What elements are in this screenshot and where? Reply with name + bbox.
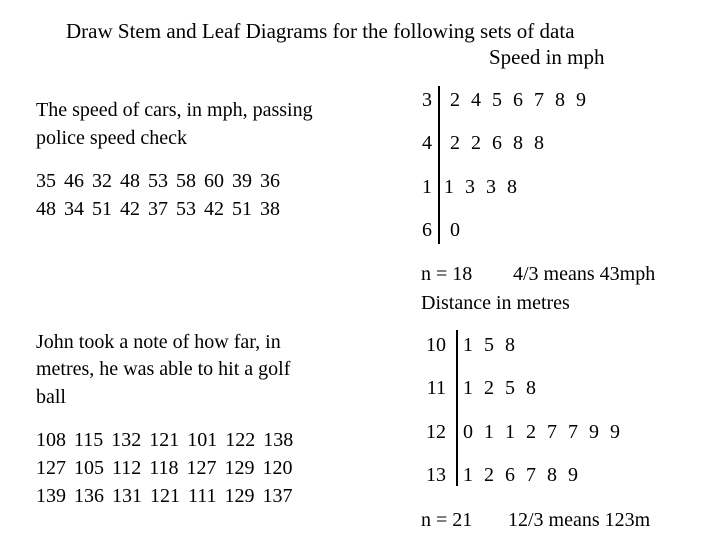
speed-leaves: 2 4 5 6 7 8 9 [450,89,586,111]
distance-description-line-2: metres, he was able to hit a golf [36,358,291,380]
speed-data-line-1: 35 46 32 48 53 58 60 39 36 [36,170,280,192]
speed-description-line-2: police speed check [36,127,188,149]
distance-data-line-3: 139 136 131 121 111 129 137 [36,485,293,507]
speed-n-label: n = 18 [421,263,473,285]
distance-stem-divider [456,330,458,486]
distance-stem: 10 [426,334,446,356]
speed-subtitle: Speed in mph [489,45,605,69]
speed-stem: 3 [422,89,432,111]
distance-description-line-1: John took a note of how far, in [36,331,281,353]
distance-data-line-2: 127 105 112 118 127 129 120 [36,457,293,479]
distance-description-line-3: ball [36,386,66,408]
distance-data-line-1: 108 115 132 121 101 122 138 [36,429,294,451]
speed-stem-divider [438,86,440,244]
distance-leaves: 1 2 6 7 8 9 [463,464,578,486]
distance-stem: 13 [426,464,446,486]
distance-n-label: n = 21 [421,509,473,531]
distance-leaves: 1 5 8 [463,334,515,356]
distance-stem: 12 [426,421,446,443]
speed-stem: 1 [422,176,432,198]
page-title: Draw Stem and Leaf Diagrams for the foll… [66,19,575,43]
speed-description-line-1: The speed of cars, in mph, passing [36,99,313,121]
speed-leaves: 0 [450,219,460,241]
speed-key: 4/3 means 43mph [513,263,656,285]
speed-stem: 6 [422,219,432,241]
distance-leaves: 0 1 1 2 7 7 9 9 [463,421,620,443]
speed-leaves: 2 2 6 8 8 [450,132,544,154]
speed-stem: 4 [422,132,432,154]
distance-stem: 11 [426,377,446,399]
speed-data-line-2: 48 34 51 42 37 53 42 51 38 [36,198,280,220]
speed-leaves: 1 3 3 8 [444,176,517,198]
distance-key: 12/3 means 123m [508,509,651,531]
distance-heading: Distance in metres [421,292,570,314]
distance-leaves: 1 2 5 8 [463,377,536,399]
